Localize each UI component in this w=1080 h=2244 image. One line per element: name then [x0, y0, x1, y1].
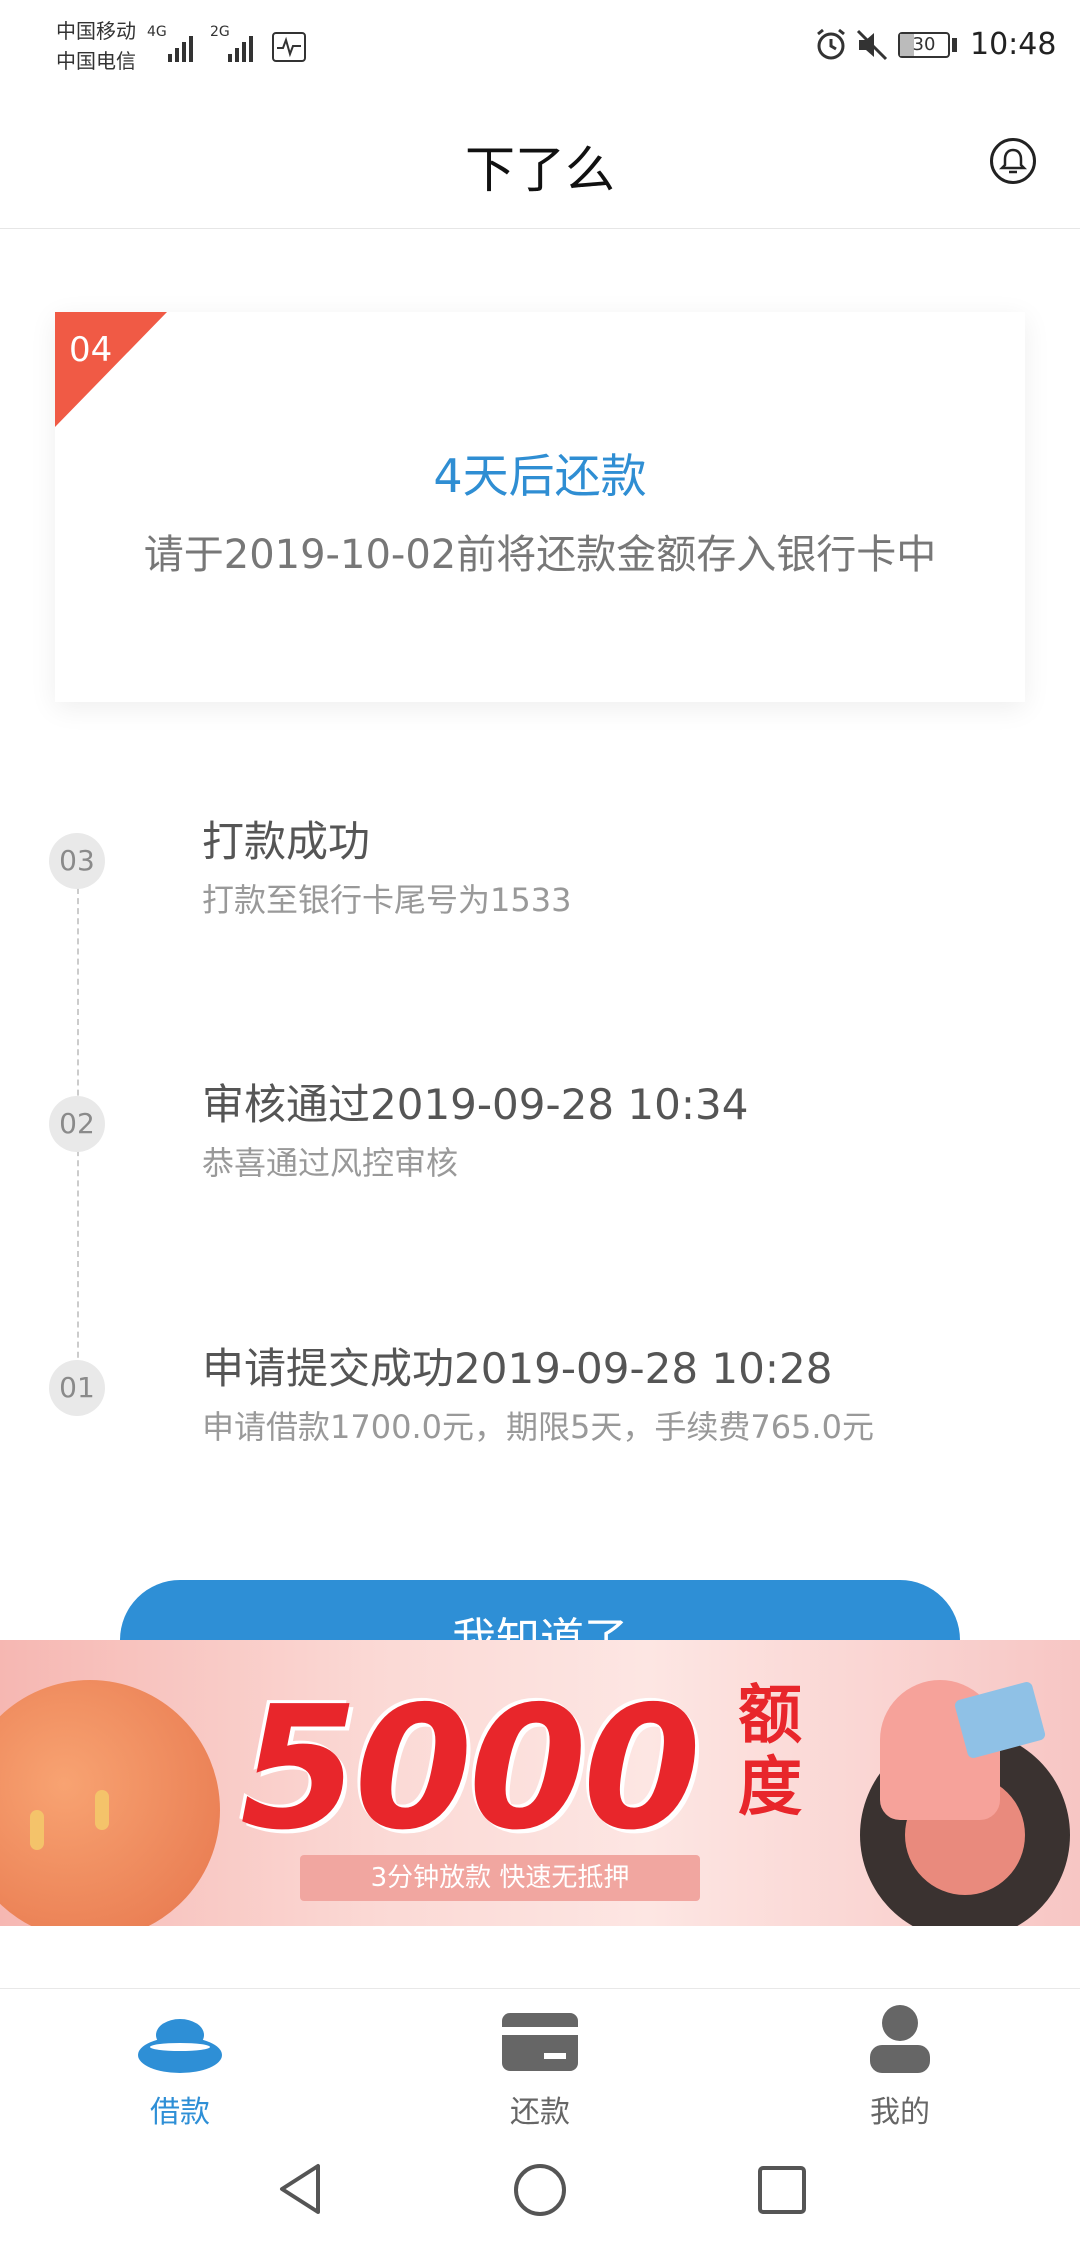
repayment-card: 04 4天后还款 请于2019-10-02前将还款金额存入银行卡中 — [55, 312, 1025, 702]
tab-borrow-label: 借款 — [150, 2095, 210, 2130]
user-icon — [870, 2005, 930, 2073]
signal-1-icon — [168, 30, 193, 62]
timeline-step-subtitle: 打款至银行卡尾号为1533 — [202, 881, 572, 919]
timeline-step-title: 审核通过2019-09-28 10:34 — [202, 1080, 749, 1129]
tab-repay-label: 还款 — [510, 2095, 570, 2130]
alarm-icon — [814, 28, 848, 66]
bell-icon — [999, 148, 1027, 174]
timeline-step-badge: 01 — [49, 1360, 105, 1416]
home-icon[interactable] — [512, 2162, 568, 2218]
tab-repay[interactable]: 还款 — [360, 1989, 720, 2139]
banner-coin — [95, 1790, 109, 1830]
status-bar: 中国移动 中国电信 4G 2G 30 10:48 — [0, 0, 1080, 100]
battery-tip — [952, 38, 957, 52]
step-corner-number: 04 — [69, 330, 113, 370]
card-icon — [502, 2013, 578, 2071]
ingot-icon — [138, 2019, 222, 2073]
battery-level: 30 — [912, 34, 936, 55]
banner-amount: 5000 — [240, 1670, 701, 1868]
battery-icon: 30 — [898, 32, 950, 58]
back-icon[interactable] — [276, 2162, 324, 2216]
clock: 10:48 — [970, 27, 1057, 62]
notification-button[interactable] — [990, 138, 1036, 184]
timeline-step-title: 打款成功 — [202, 817, 371, 866]
network-type-1: 4G — [147, 24, 167, 40]
timeline-step-subtitle: 恭喜通过风控审核 — [202, 1144, 459, 1182]
repayment-countdown: 4天后还款 — [433, 449, 647, 503]
page-title: 下了么 — [465, 141, 615, 199]
activity-icon — [272, 32, 306, 62]
promo-banner[interactable]: 5000 额度 3分钟放款 快速无抵押 — [0, 1640, 1080, 1926]
carrier-1-label: 中国移动 — [56, 19, 136, 43]
timeline-step-title: 申请提交成功2019-09-28 10:28 — [202, 1344, 833, 1393]
recents-icon[interactable] — [756, 2164, 808, 2216]
tab-profile-label: 我的 — [870, 2095, 930, 2130]
bottom-tab-bar: 借款 还款 我的 — [0, 1988, 1080, 2139]
mute-icon — [855, 28, 889, 66]
tab-borrow[interactable]: 借款 — [0, 1989, 360, 2139]
carrier-2-label: 中国电信 — [56, 49, 136, 73]
banner-subtitle: 3分钟放款 快速无抵押 — [300, 1855, 700, 1901]
network-type-2: 2G — [210, 24, 230, 40]
repayment-instruction: 请于2019-10-02前将还款金额存入银行卡中 — [143, 532, 937, 578]
timeline-step-subtitle: 申请借款1700.0元，期限5天，手续费765.0元 — [202, 1408, 874, 1446]
system-navigation-bar — [0, 2138, 1080, 2244]
banner-coin — [30, 1810, 44, 1850]
timeline-step-badge: 03 — [49, 833, 105, 889]
app-header: 下了么 — [0, 100, 1080, 229]
banner-unit: 额度 — [738, 1679, 802, 1825]
timeline-step-badge: 02 — [49, 1096, 105, 1152]
signal-2-icon — [228, 30, 253, 62]
tab-profile[interactable]: 我的 — [720, 1989, 1080, 2139]
banner-decoration — [0, 1680, 220, 1926]
